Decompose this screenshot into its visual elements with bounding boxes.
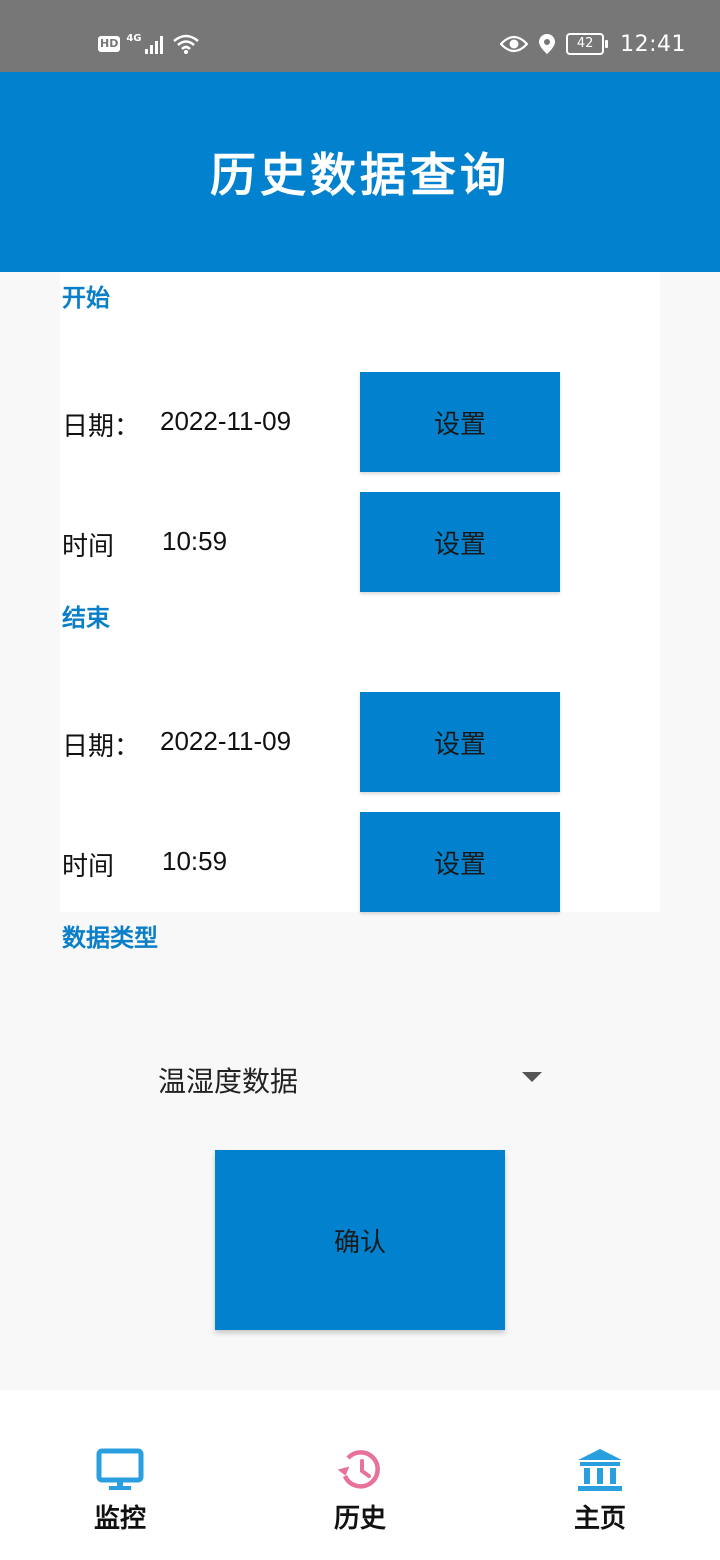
nav-label-monitor: 监控 bbox=[93, 1504, 146, 1534]
history-icon bbox=[337, 1450, 380, 1489]
eye-icon bbox=[500, 35, 529, 53]
end-date-label: 日期： bbox=[62, 732, 141, 762]
start-time-set-button[interactable]: 设置 bbox=[360, 492, 560, 592]
monitor-icon bbox=[96, 1448, 144, 1490]
data-type-selected: 温湿度数据 bbox=[158, 1065, 299, 1098]
nav-label-home: 主页 bbox=[573, 1504, 626, 1534]
status-left: HD 4G bbox=[98, 30, 200, 58]
start-date-label: 日期： bbox=[62, 412, 141, 442]
end-time-value: 10:59 bbox=[162, 846, 228, 876]
bottom-nav: 监控 历史 主页 bbox=[0, 1390, 720, 1560]
nav-item-monitor[interactable]: 监控 bbox=[40, 1390, 200, 1560]
battery-icon: 42 bbox=[566, 33, 609, 55]
data-type-spinner[interactable]: 温湿度数据 bbox=[150, 1050, 550, 1106]
nav-label-history: 历史 bbox=[333, 1504, 386, 1534]
start-time-label: 时间 bbox=[62, 532, 115, 562]
end-date-set-button[interactable]: 设置 bbox=[360, 692, 560, 792]
status-time: 12:41 bbox=[620, 31, 686, 57]
hd-badge: HD bbox=[98, 36, 121, 52]
bank-icon bbox=[578, 1449, 622, 1491]
page-header: 历史数据查询 bbox=[0, 72, 720, 272]
start-time-value: 10:59 bbox=[162, 526, 228, 556]
location-icon bbox=[539, 34, 556, 54]
status-bar: HD 4G 42 12:41 bbox=[0, 0, 720, 72]
chevron-down-icon bbox=[522, 1072, 542, 1082]
status-right: 42 12:41 bbox=[500, 28, 686, 60]
signal-icon bbox=[144, 36, 163, 54]
end-time-set-button[interactable]: 设置 bbox=[360, 812, 560, 912]
data-type-section-label: 数据类型 bbox=[62, 923, 158, 952]
start-date-value: 2022-11-09 bbox=[160, 406, 292, 436]
confirm-button[interactable]: 确认 bbox=[215, 1150, 505, 1330]
end-time-label: 时间 bbox=[62, 852, 115, 882]
wifi-icon bbox=[172, 34, 199, 54]
start-date-set-button[interactable]: 设置 bbox=[360, 372, 560, 472]
nav-item-home[interactable]: 主页 bbox=[520, 1390, 680, 1560]
page-title: 历史数据查询 bbox=[210, 148, 510, 202]
end-date-value: 2022-11-09 bbox=[160, 726, 292, 756]
start-section-label: 开始 bbox=[62, 283, 110, 312]
end-section-label: 结束 bbox=[62, 603, 110, 632]
nav-item-history[interactable]: 历史 bbox=[280, 1390, 440, 1560]
network-type: 4G bbox=[126, 32, 142, 44]
